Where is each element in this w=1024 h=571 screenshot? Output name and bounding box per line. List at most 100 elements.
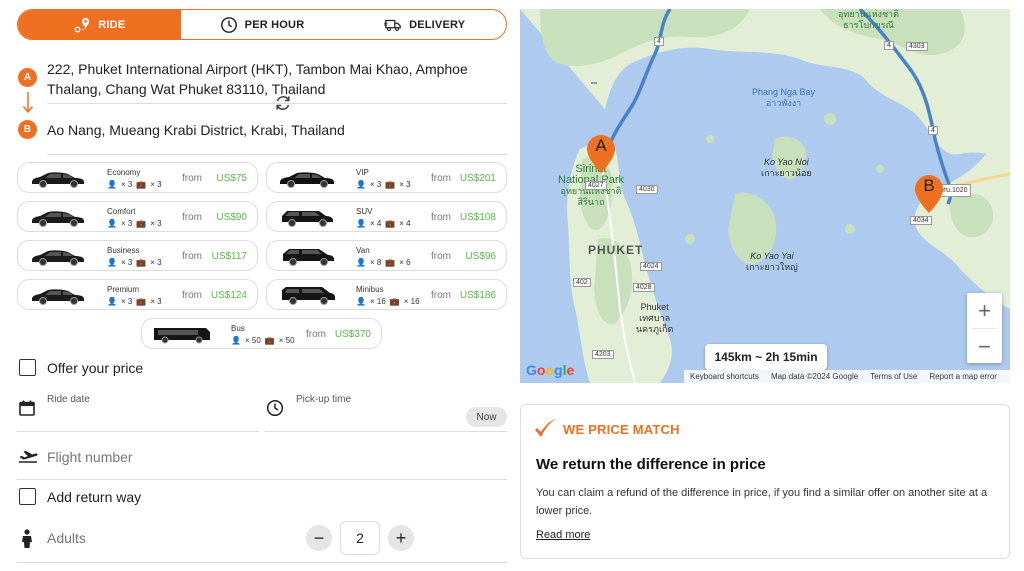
- map-footer: Keyboard shortcuts Map data ©2024 Google…: [684, 370, 1010, 383]
- passenger-count: × 3: [120, 297, 133, 306]
- to-address-input[interactable]: Ao Nang, Mueang Krabi District, Krabi, T…: [47, 120, 487, 140]
- vehicle-option-vip[interactable]: VIP 👤 × 3 💼 × 3 from US$201: [266, 162, 507, 193]
- luggage-count: × 3: [399, 180, 411, 189]
- person-icon: 👤: [107, 219, 117, 228]
- price-from-label: from: [182, 290, 202, 301]
- vehicle-name: Economy: [107, 168, 141, 177]
- luggage-icon: 💼: [389, 297, 400, 306]
- tab-ride[interactable]: RIDE: [18, 10, 181, 39]
- road-badge: 402: [573, 278, 591, 287]
- truck-icon: [384, 19, 401, 31]
- person-icon: [22, 529, 32, 548]
- divider: [17, 562, 507, 563]
- person-icon: 👤: [107, 297, 117, 306]
- keyboard-shortcuts-link[interactable]: Keyboard shortcuts: [684, 372, 765, 381]
- report-map-error-link[interactable]: Report a map error: [923, 372, 1003, 381]
- vehicle-option-van[interactable]: Van 👤 × 8 💼 × 6 from US$96: [266, 240, 507, 271]
- vehicle-option-economy[interactable]: Economy 👤 × 3 💼 × 3 from US$75: [17, 162, 258, 193]
- route-pin-icon: [74, 17, 90, 32]
- flight-number-input[interactable]: Flight number: [47, 449, 133, 465]
- read-more-link[interactable]: Read more: [536, 529, 590, 541]
- luggage-count: × 3: [150, 219, 162, 228]
- adults-decrement-button[interactable]: −: [306, 525, 332, 551]
- vehicle-option-comfort[interactable]: Comfort 👤 × 3 💼 × 3 from US$90: [17, 201, 258, 232]
- luggage-icon: 💼: [136, 297, 147, 306]
- bus-icon: [154, 328, 210, 344]
- person-icon: 👤: [107, 258, 117, 267]
- map-label-phuket: PHUKET: [588, 243, 644, 257]
- offer-price-label: Offer your price: [47, 360, 144, 376]
- sedan-icon: [280, 172, 334, 188]
- vehicle-option-minibus[interactable]: Minibus 👤 × 16 💼 × 16 from US$186: [266, 279, 507, 310]
- luggage-icon: 💼: [136, 180, 147, 189]
- road-badge: 4028: [633, 283, 655, 292]
- town-name: Phuket: [640, 302, 669, 312]
- passenger-count: × 3: [120, 258, 133, 267]
- bay-name-th: อ่าวพังงา: [765, 98, 802, 108]
- price-from-label: from: [431, 212, 451, 223]
- adults-increment-button[interactable]: +: [388, 525, 414, 551]
- ride-date-field[interactable]: [17, 431, 259, 432]
- vehicle-price: US$201: [459, 173, 496, 184]
- vehicle-capacity: 👤 × 50 💼 × 50: [231, 336, 295, 345]
- now-button[interactable]: Now: [466, 407, 507, 427]
- road-badge: 4: [654, 37, 664, 46]
- route-map[interactable]: Phang Nga Bay อ่าวพังงา Ko Yao Noi เกาะยาว…: [520, 9, 1010, 383]
- vehicle-price: US$186: [459, 290, 496, 301]
- passenger-count: × 4: [369, 219, 382, 228]
- luggage-count: × 4: [399, 219, 411, 228]
- offer-price-checkbox[interactable]: [19, 359, 36, 376]
- swap-icon[interactable]: [273, 93, 293, 113]
- return-way-checkbox[interactable]: [19, 488, 36, 505]
- terms-of-use-link[interactable]: Terms of Use: [864, 372, 923, 381]
- person-icon: 👤: [356, 180, 366, 189]
- park-name-th-2: สิรินาถ: [577, 197, 605, 207]
- minibus-icon: [282, 287, 335, 305]
- pin-b-icon: B: [18, 120, 37, 139]
- zoom-control: + −: [967, 293, 1002, 363]
- marker-b-label: B: [923, 176, 935, 195]
- tab-per-hour-label: PER HOUR: [244, 18, 305, 31]
- luggage-icon: 💼: [136, 258, 147, 267]
- from-address-input[interactable]: 222, Phuket International Airport (HKT),…: [47, 59, 477, 99]
- vehicle-capacity: 👤 × 3 💼 × 3: [107, 258, 162, 267]
- passenger-count: × 3: [369, 180, 382, 189]
- vehicle-name: Comfort: [107, 207, 136, 216]
- vehicle-option-suv[interactable]: SUV 👤 × 4 💼 × 4 from US$108: [266, 201, 507, 232]
- person-icon: 👤: [356, 219, 366, 228]
- price-from-label: from: [182, 212, 202, 223]
- divider: [17, 479, 507, 480]
- sedan-icon: [32, 289, 84, 305]
- vehicle-option-premium[interactable]: Premium 👤 × 3 💼 × 3 from US$124: [17, 279, 258, 310]
- vehicle-option-business[interactable]: Business 👤 × 3 💼 × 3 from US$117: [17, 240, 258, 271]
- town-name-th-2: นครภูเก็ต: [636, 324, 674, 334]
- island-name-th: เกาะยาวใหญ่: [746, 262, 798, 272]
- zoom-out-button[interactable]: −: [967, 329, 1002, 364]
- price-from-label: from: [182, 251, 202, 262]
- vehicle-option-bus[interactable]: Bus 👤 × 50 💼 × 50 from US$370: [141, 318, 382, 349]
- pickup-time-field[interactable]: [265, 431, 507, 432]
- person-icon: 👤: [231, 336, 241, 345]
- zoom-in-button[interactable]: +: [967, 293, 1002, 328]
- vehicle-price: US$124: [210, 290, 247, 301]
- vehicle-name: VIP: [356, 168, 369, 177]
- tab-per-hour[interactable]: PER HOUR: [181, 10, 344, 39]
- google-logo[interactable]: Google: [526, 362, 574, 378]
- tab-ride-label: RIDE: [98, 18, 126, 31]
- suv-icon: [282, 211, 333, 227]
- luggage-icon: 💼: [385, 180, 396, 189]
- price-from-label: from: [306, 329, 326, 340]
- luggage-count: × 50: [278, 336, 295, 345]
- town-name-th: เทศบาล: [639, 313, 671, 323]
- tab-delivery[interactable]: DELIVERY: [343, 10, 506, 39]
- vehicle-price: US$96: [465, 251, 496, 262]
- passenger-count: × 3: [120, 180, 133, 189]
- arrow-down-icon: [22, 92, 34, 114]
- luggage-icon: 💼: [385, 258, 396, 267]
- island-name: Ko Yao Yai: [750, 251, 794, 261]
- adults-count-input[interactable]: 2: [340, 521, 380, 555]
- route-section: A B 222, Phuket International Airport (H…: [17, 52, 507, 160]
- vehicle-capacity: 👤 × 16 💼 × 16: [356, 297, 420, 306]
- island-name: Ko Yao Noi: [763, 157, 809, 167]
- luggage-count: × 3: [150, 258, 162, 267]
